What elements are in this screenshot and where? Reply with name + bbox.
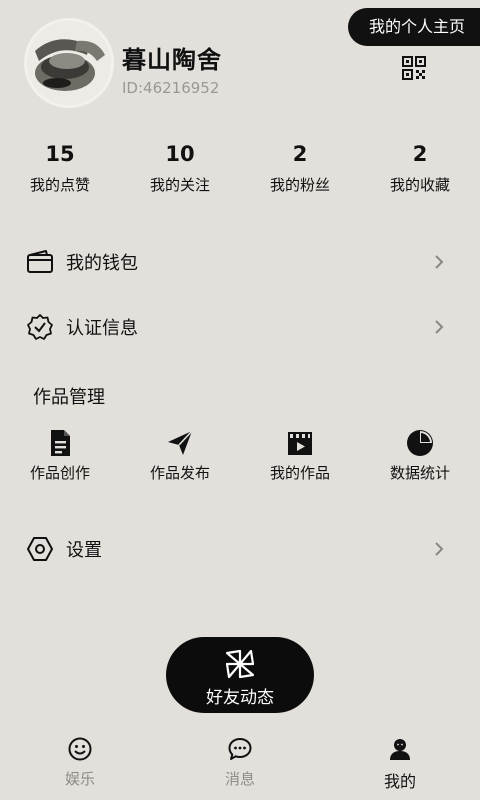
nav-mine-label: 我的 (383, 772, 416, 791)
wallet-icon (27, 250, 53, 273)
chevron-right-icon (435, 542, 444, 556)
nav-entertainment-label: 娱乐 (64, 770, 95, 788)
document-icon (51, 430, 70, 456)
stat-fans-value: 2 (292, 142, 308, 166)
settings-row[interactable]: 设置 (0, 528, 480, 568)
bottom-nav: 娱乐 消息 我的 (0, 730, 480, 800)
work-publish-label: 作品发布 (149, 464, 210, 482)
work-create[interactable]: 作品创作 (0, 428, 120, 483)
chevron-right-icon (435, 320, 444, 334)
verification-label: 认证信息 (66, 318, 138, 339)
wallet-label: 我的钱包 (66, 253, 138, 274)
data-statistics-label: 数据统计 (389, 464, 450, 482)
nav-messages[interactable]: 消息 (180, 736, 300, 789)
chevron-right-icon (435, 255, 444, 269)
work-create-label: 作品创作 (29, 464, 90, 482)
stat-fans[interactable]: 2 我的粉丝 (240, 140, 360, 195)
pinwheel-icon (225, 649, 255, 679)
stat-likes[interactable]: 15 我的点赞 (0, 140, 120, 195)
work-publish[interactable]: 作品发布 (120, 428, 240, 483)
stat-likes-label: 我的点赞 (29, 176, 90, 194)
smile-icon (68, 737, 92, 761)
pottery-avatar-image (27, 21, 111, 105)
data-statistics[interactable]: 数据统计 (360, 428, 480, 483)
stat-favorites-value: 2 (412, 142, 428, 166)
works-grid: 作品创作 作品发布 我的作品 数据统计 (0, 428, 480, 488)
nav-messages-label: 消息 (224, 770, 255, 788)
verified-badge-icon (27, 314, 53, 340)
stat-likes-value: 15 (45, 142, 75, 166)
stats-bar: 15 我的点赞 10 我的关注 2 我的粉丝 2 我的收藏 (0, 140, 480, 200)
avatar[interactable] (24, 18, 114, 108)
user-id: ID:46216952 (122, 79, 220, 97)
nav-mine[interactable]: 我的 (340, 736, 460, 792)
verification-row[interactable]: 认证信息 (0, 306, 480, 346)
stat-fans-label: 我的粉丝 (269, 176, 330, 194)
video-clapper-icon (288, 432, 312, 455)
stat-favorites-label: 我的收藏 (389, 176, 450, 194)
hexagon-settings-icon (27, 537, 53, 561)
works-section-title: 作品管理 (33, 387, 105, 408)
user-icon (390, 739, 410, 760)
friends-feed-label: 好友动态 (206, 688, 274, 708)
nav-entertainment[interactable]: 娱乐 (20, 736, 140, 789)
stat-following-value: 10 (165, 142, 195, 166)
stat-following-label: 我的关注 (149, 176, 210, 194)
my-works[interactable]: 我的作品 (240, 428, 360, 483)
chat-bubble-icon (228, 738, 252, 760)
stat-following[interactable]: 10 我的关注 (120, 140, 240, 195)
settings-label: 设置 (66, 540, 102, 561)
pie-chart-icon (407, 430, 433, 456)
personal-homepage-button[interactable]: 我的个人主页 (348, 8, 480, 46)
friends-feed-button[interactable]: 好友动态 (166, 637, 314, 713)
paper-plane-icon (168, 430, 193, 455)
my-works-label: 我的作品 (269, 464, 330, 482)
qr-code-icon[interactable] (402, 56, 426, 80)
wallet-row[interactable]: 我的钱包 (0, 241, 480, 281)
stat-favorites[interactable]: 2 我的收藏 (360, 140, 480, 195)
user-nickname: 暮山陶舍 (122, 46, 222, 74)
